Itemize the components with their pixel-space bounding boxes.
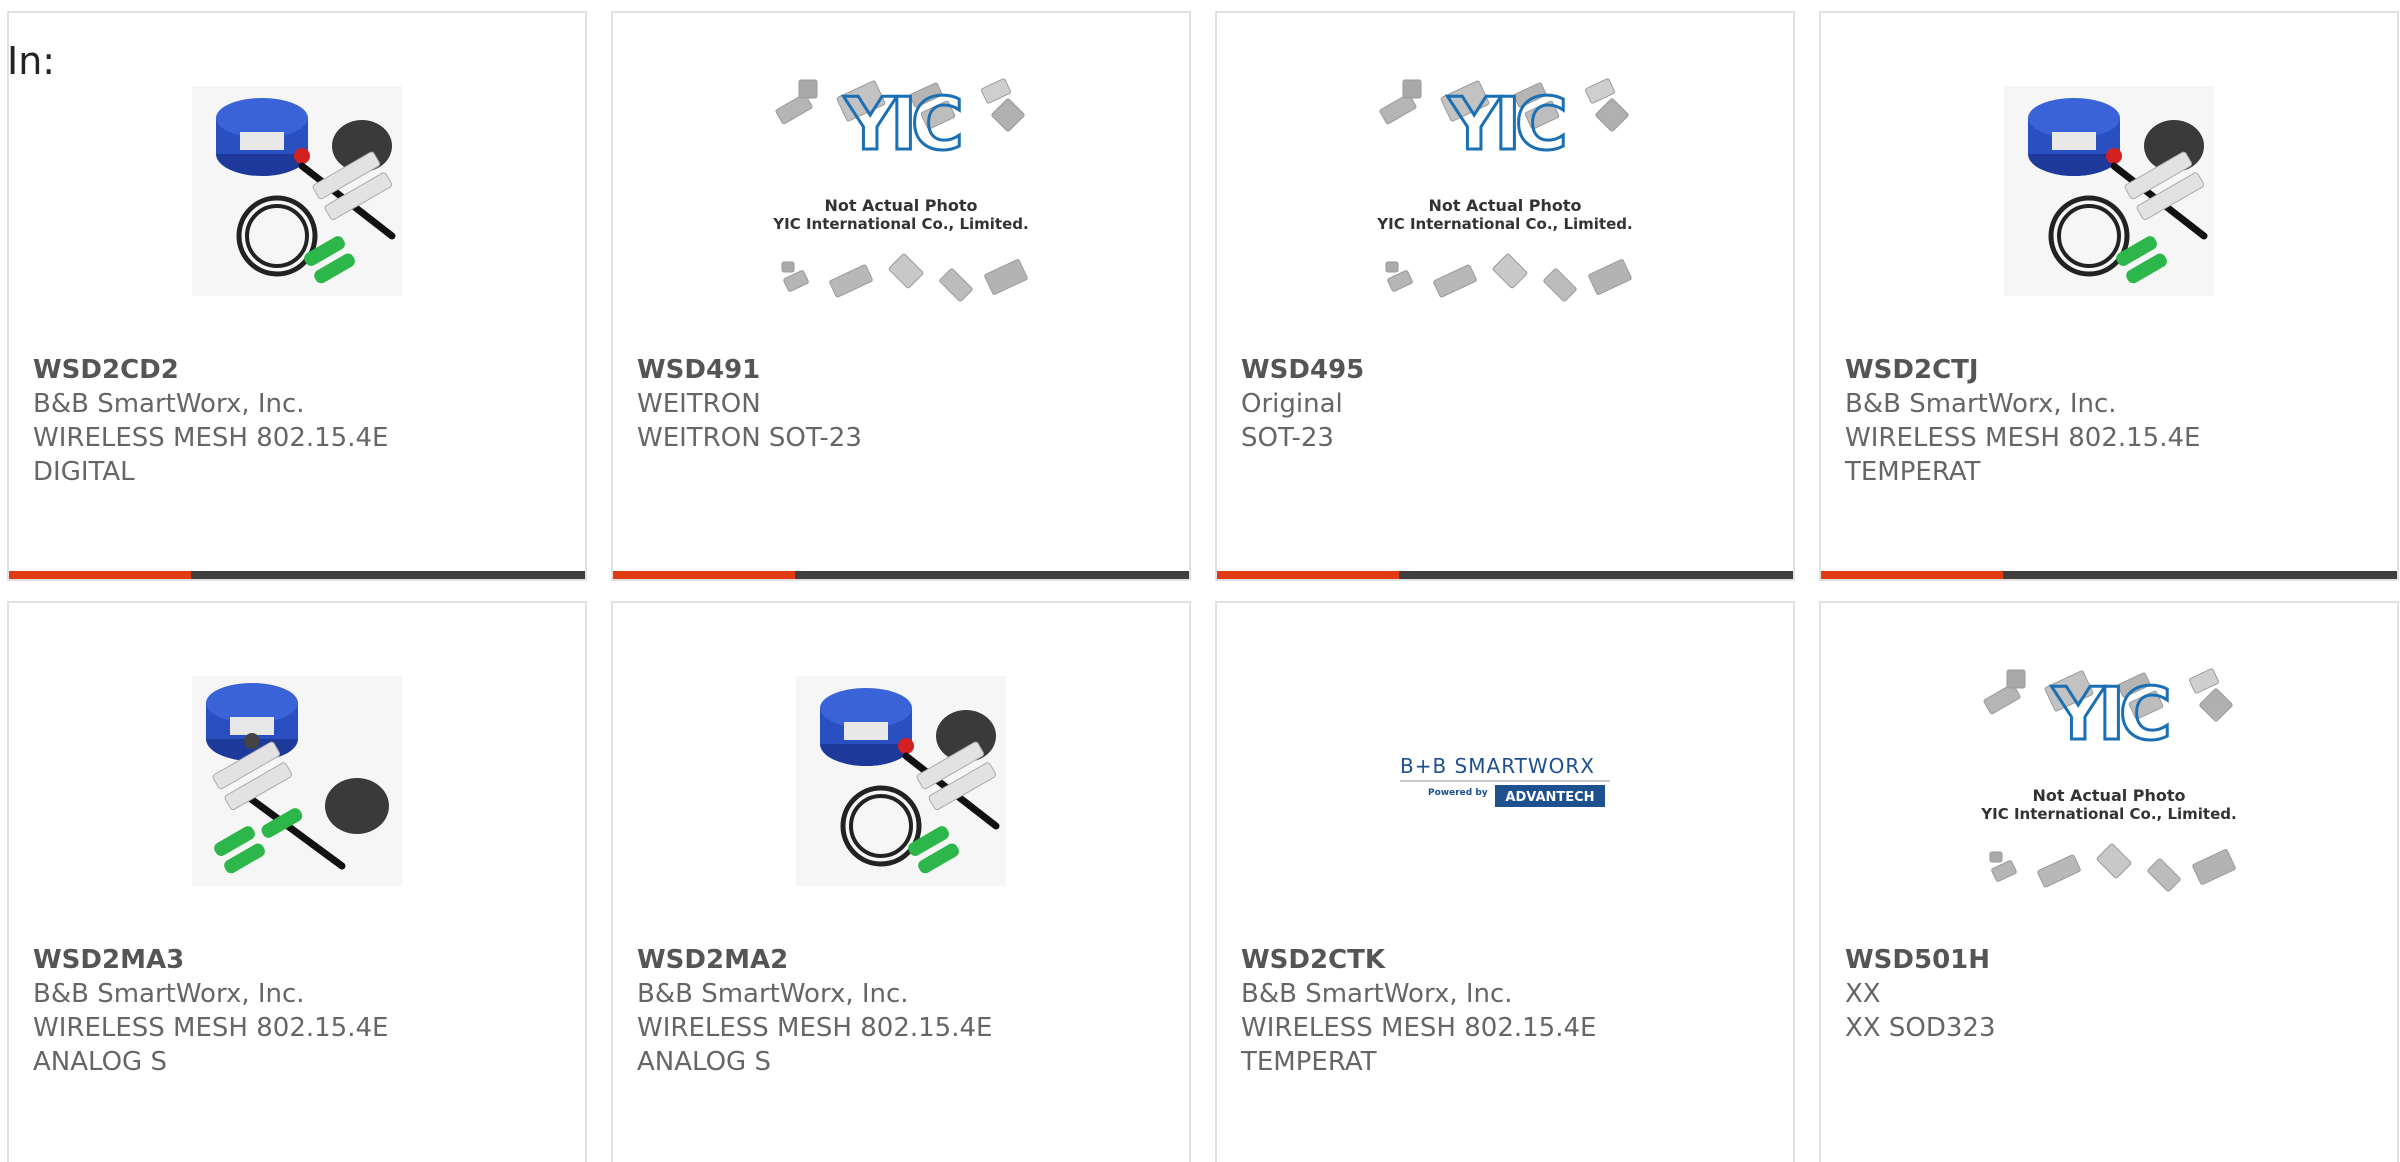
card-footer-accent xyxy=(9,571,191,579)
card-footer-bar xyxy=(613,571,1189,579)
product-manufacturer: B&B SmartWorx, Inc. xyxy=(33,389,305,419)
product-part-number[interactable]: WSD2CTK xyxy=(1241,943,1769,977)
yic-placeholder-image: YIC Not Actual Photo YIC International C… xyxy=(772,78,1029,302)
product-info: WSD2CTK B&B SmartWorx, Inc. WIRELESS MESH … xyxy=(1241,943,1769,1079)
yic-placeholder-image: YIC Not Actual Photo YIC International C… xyxy=(1980,668,2237,892)
product-card[interactable]: WSD2CTJ B&B SmartWorx, Inc. WIRELESS MESH … xyxy=(1819,11,2399,581)
product-manufacturer: B&B SmartWorx, Inc. xyxy=(33,979,305,1009)
product-card[interactable]: YIC Not Actual Photo YIC International C… xyxy=(1819,601,2399,1162)
placeholder-line2: YIC International Co., Limited. xyxy=(772,215,1028,233)
placeholder-line1: Not Actual Photo xyxy=(1428,196,1581,215)
card-footer-accent xyxy=(1821,571,2003,579)
product-info: WSD2CTJ B&B SmartWorx, Inc. WIRELESS MESH … xyxy=(1845,353,2373,489)
product-card[interactable]: WSD2MA2 B&B SmartWorx, Inc. WIRELESS MESH … xyxy=(611,601,1191,1162)
product-part-number[interactable]: WSD495 xyxy=(1241,353,1769,387)
sensor-kit-image xyxy=(796,676,1006,886)
product-card[interactable]: WSD2CD2 B&B SmartWorx, Inc. WIRELESS MESH … xyxy=(7,11,587,581)
product-image[interactable] xyxy=(1821,71,2397,311)
logo-brand: B+B SMARTWORX xyxy=(1400,754,1595,778)
product-description: WIRELESS MESH 802.15.4E xyxy=(1845,423,2201,453)
svg-text:YIC: YIC xyxy=(2051,672,2168,756)
product-info: WSD491 WEITRON WEITRON SOT-23 xyxy=(637,353,1165,455)
product-description-cont: TEMPERAT xyxy=(1845,457,1981,487)
placeholder-line1: Not Actual Photo xyxy=(824,196,977,215)
placeholder-line2: YIC International Co., Limited. xyxy=(1980,805,2236,823)
product-description: SOT-23 xyxy=(1241,423,1334,453)
product-manufacturer: B&B SmartWorx, Inc. xyxy=(637,979,909,1009)
svg-text:YIC: YIC xyxy=(843,82,960,166)
product-grid-page: In: WSD2CD2 B&B SmartWorx, Inc. WIRELESS M… xyxy=(0,0,2400,1162)
card-footer-bar xyxy=(9,571,585,579)
product-grid: WSD2CD2 B&B SmartWorx, Inc. WIRELESS MESH … xyxy=(7,11,2399,1162)
product-card[interactable]: YIC Not Actual Photo YIC International C… xyxy=(1215,11,1795,581)
product-card[interactable]: WSD2MA3 B&B SmartWorx, Inc. WIRELESS MESH … xyxy=(7,601,587,1162)
placeholder-line1: Not Actual Photo xyxy=(2032,786,2185,805)
product-description: WEITRON SOT-23 xyxy=(637,423,862,453)
card-footer-accent xyxy=(613,571,795,579)
sensor-kit-image xyxy=(192,676,402,886)
product-info: WSD495 Original SOT-23 xyxy=(1241,353,1769,455)
product-image[interactable] xyxy=(9,71,585,311)
product-part-number[interactable]: WSD491 xyxy=(637,353,1165,387)
product-info: WSD2MA3 B&B SmartWorx, Inc. WIRELESS MESH … xyxy=(33,943,561,1079)
card-footer-accent xyxy=(1217,571,1399,579)
svg-text:YIC: YIC xyxy=(1447,82,1564,166)
sensor-kit-image xyxy=(2004,86,2214,296)
product-manufacturer: B&B SmartWorx, Inc. xyxy=(1241,979,1513,1009)
product-description-cont: DIGITAL xyxy=(33,457,135,487)
product-info: WSD2MA2 B&B SmartWorx, Inc. WIRELESS MESH … xyxy=(637,943,1165,1079)
card-footer-bar xyxy=(1821,571,2397,579)
product-card[interactable]: YIC Not Actual Photo YIC International C… xyxy=(611,11,1191,581)
sensor-kit-image xyxy=(192,86,402,296)
logo-powered-by: Powered by xyxy=(1428,788,1488,798)
product-description-cont: ANALOG S xyxy=(33,1047,167,1077)
product-description-cont: TEMPERAT xyxy=(1241,1047,1377,1077)
placeholder-line2: YIC International Co., Limited. xyxy=(1376,215,1632,233)
bb-smartworx-logo: B+B SMARTWORX Powered by ADVANTECH xyxy=(1400,754,1610,807)
product-description: WIRELESS MESH 802.15.4E xyxy=(1241,1013,1597,1043)
product-description-cont: ANALOG S xyxy=(637,1047,771,1077)
product-image[interactable] xyxy=(9,661,585,901)
product-manufacturer: XX xyxy=(1845,979,1881,1009)
product-part-number[interactable]: WSD2CTJ xyxy=(1845,353,2373,387)
product-manufacturer: B&B SmartWorx, Inc. xyxy=(1845,389,2117,419)
yic-placeholder-image: YIC Not Actual Photo YIC International C… xyxy=(1376,78,1633,302)
product-description: XX SOD323 xyxy=(1845,1013,1996,1043)
product-image[interactable] xyxy=(613,661,1189,901)
product-image[interactable]: YIC Not Actual Photo YIC International C… xyxy=(1217,71,1793,311)
product-part-number[interactable]: WSD2CD2 xyxy=(33,353,561,387)
logo-advantech: ADVANTECH xyxy=(1505,790,1594,805)
product-manufacturer: WEITRON xyxy=(637,389,761,419)
product-manufacturer: Original xyxy=(1241,389,1343,419)
product-part-number[interactable]: WSD2MA3 xyxy=(33,943,561,977)
product-part-number[interactable]: WSD501H xyxy=(1845,943,2373,977)
product-image[interactable]: B+B SMARTWORX Powered by ADVANTECH xyxy=(1217,661,1793,901)
product-info: WSD2CD2 B&B SmartWorx, Inc. WIRELESS MESH … xyxy=(33,353,561,489)
product-part-number[interactable]: WSD2MA2 xyxy=(637,943,1165,977)
in-label: In: xyxy=(7,39,56,83)
product-description: WIRELESS MESH 802.15.4E xyxy=(33,1013,389,1043)
product-description: WIRELESS MESH 802.15.4E xyxy=(33,423,389,453)
product-card[interactable]: B+B SMARTWORX Powered by ADVANTECH WSD2C… xyxy=(1215,601,1795,1162)
card-footer-bar xyxy=(1217,571,1793,579)
product-description: WIRELESS MESH 802.15.4E xyxy=(637,1013,993,1043)
product-image[interactable]: YIC Not Actual Photo YIC International C… xyxy=(1821,661,2397,901)
product-image[interactable]: YIC Not Actual Photo YIC International C… xyxy=(613,71,1189,311)
product-info: WSD501H XX XX SOD323 xyxy=(1845,943,2373,1045)
